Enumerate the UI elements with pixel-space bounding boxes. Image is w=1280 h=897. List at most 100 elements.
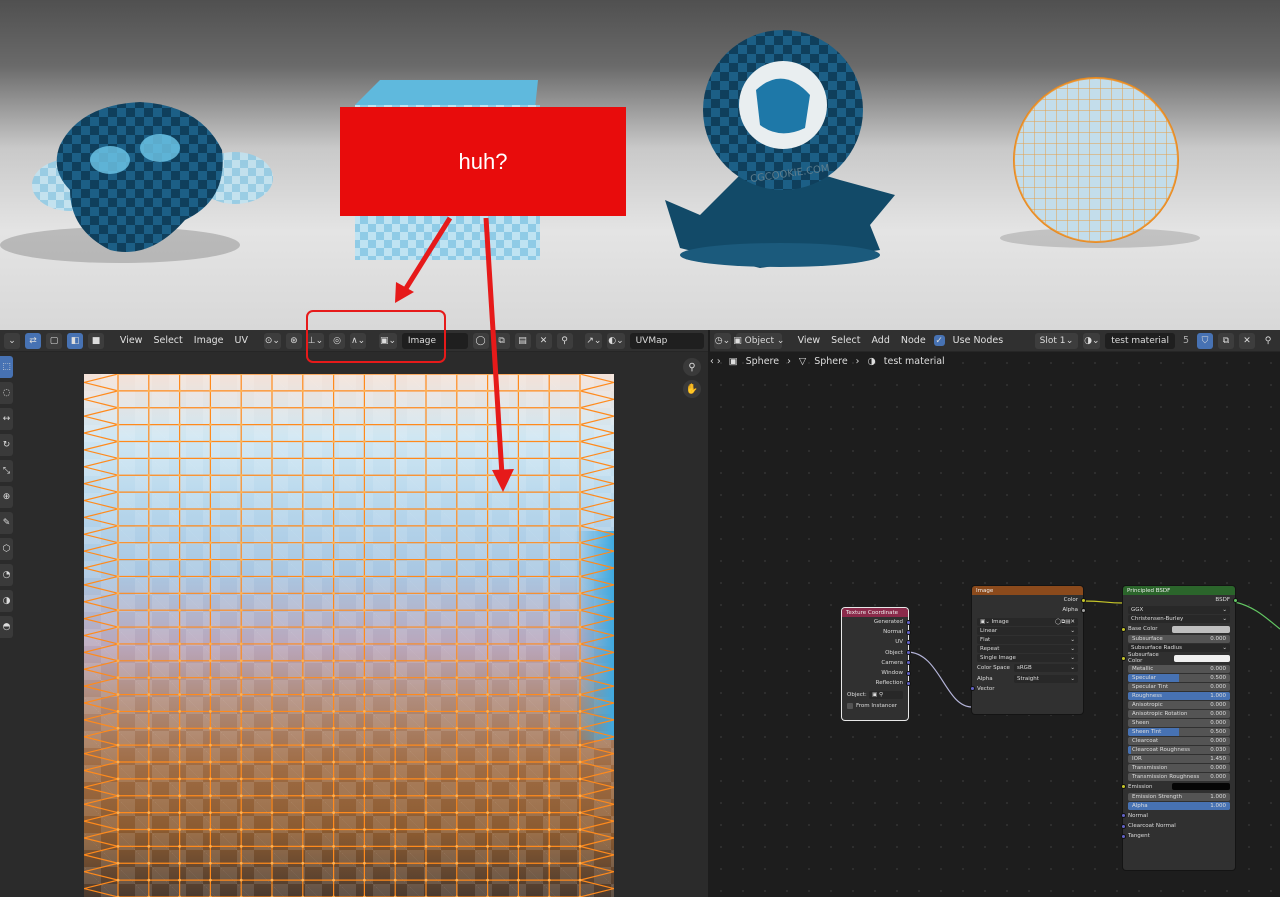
- emission-strength-slider[interactable]: Emission Strength 1.000: [1128, 792, 1230, 801]
- image-selector[interactable]: ▣⌄ Image ◯⧉▤✕: [977, 618, 1078, 627]
- uv-mesh-overlay[interactable]: [84, 374, 614, 897]
- subsurface-color-swatch[interactable]: [1173, 654, 1230, 662]
- projection-dropdown[interactable]: Flat ⌄: [977, 636, 1078, 645]
- subsurface-radius-dropdown[interactable]: Subsurface Radius ⌄: [1128, 644, 1230, 653]
- principled-bsdf-node[interactable]: Principled BSDF BSDF GGX ⌄ Christensen-Bu…: [1120, 586, 1238, 870]
- pin-icon[interactable]: ⚲: [1260, 333, 1276, 349]
- bsdf-slider[interactable]: Metallic 0.000: [1128, 664, 1230, 673]
- open-folder-icon[interactable]: ▤: [514, 332, 531, 349]
- alpha-slider[interactable]: Alpha 1.000: [1128, 801, 1230, 810]
- node-menu-node[interactable]: Node: [898, 335, 929, 346]
- edge-select-icon[interactable]: ◧: [67, 332, 83, 349]
- menu-view[interactable]: View: [117, 335, 146, 346]
- vector-socket[interactable]: [1120, 813, 1126, 819]
- bsdf-slider[interactable]: IOR 1.450: [1128, 754, 1230, 763]
- subsurface-method-dropdown[interactable]: Christensen-Burley ⌄: [1128, 615, 1230, 624]
- bsdf-slider[interactable]: Specular 0.500: [1128, 673, 1230, 682]
- bsdf-slider[interactable]: Transmission 0.000: [1128, 763, 1230, 772]
- texture-coordinate-node[interactable]: Texture Coordinate Generated Normal UV Obje…: [842, 608, 911, 720]
- base-color-socket[interactable]: [1120, 626, 1126, 632]
- color-output-socket[interactable]: [1080, 597, 1086, 603]
- vector-socket[interactable]: [1120, 833, 1126, 839]
- pin-icon[interactable]: ⚲: [556, 332, 573, 349]
- fake-user-icon[interactable]: ◯: [472, 332, 489, 349]
- menu-image[interactable]: Image: [191, 335, 227, 346]
- bsdf-slider[interactable]: Clearcoat 0.000: [1128, 736, 1230, 745]
- node-menu-view[interactable]: View: [795, 335, 824, 346]
- menu-select[interactable]: Select: [150, 335, 185, 346]
- interpolation-dropdown[interactable]: Linear ⌄: [977, 627, 1078, 636]
- sample-icon[interactable]: ◌: [0, 382, 13, 404]
- cursor-icon[interactable]: ⬚: [0, 356, 13, 378]
- overlay-icon[interactable]: ◐⌄: [607, 332, 625, 349]
- grab-icon[interactable]: ◔: [0, 564, 13, 586]
- bsdf-slider[interactable]: Anisotropic 0.000: [1128, 700, 1230, 709]
- distribution-dropdown[interactable]: GGX ⌄: [1128, 606, 1230, 615]
- base-color-swatch[interactable]: [1172, 625, 1230, 633]
- emission-color-swatch[interactable]: [1172, 783, 1230, 791]
- output-socket[interactable]: [905, 660, 911, 666]
- alpha-mode-dropdown[interactable]: Straight ⌄: [1014, 674, 1078, 683]
- extension-dropdown[interactable]: Repeat ⌄: [977, 645, 1078, 654]
- move-icon[interactable]: ↔: [0, 408, 13, 430]
- face-select-icon[interactable]: ■: [88, 332, 104, 349]
- close-icon[interactable]: ✕: [535, 332, 552, 349]
- editor-type-icon[interactable]: ◷⌄: [714, 332, 731, 349]
- bsdf-slider[interactable]: Specular Tint 0.000: [1128, 682, 1230, 691]
- hand-pan-icon[interactable]: ✋: [683, 380, 701, 398]
- object-dropdown[interactable]: ▣ Object ⌄: [733, 332, 784, 349]
- zoom-icon[interactable]: ⚲: [683, 358, 701, 376]
- chevron-down-icon[interactable]: ⌄: [4, 332, 20, 349]
- vector-socket[interactable]: [1120, 823, 1126, 829]
- subsurface-color-socket[interactable]: [1120, 655, 1126, 661]
- fake-user-shield-icon[interactable]: ⛉: [1197, 332, 1213, 349]
- output-socket[interactable]: [905, 670, 911, 676]
- principled-node-header[interactable]: Principled BSDF: [1123, 586, 1235, 595]
- output-socket[interactable]: [905, 650, 911, 656]
- uv-stretch-icon[interactable]: ↗⌄: [585, 332, 603, 349]
- texture-coordinate-node-header[interactable]: Texture Coordinate: [842, 608, 908, 617]
- bsdf-slider[interactable]: Anisotropic Rotation 0.000: [1128, 709, 1230, 718]
- bsdf-slider[interactable]: Sheen 0.000: [1128, 718, 1230, 727]
- bsdf-slider[interactable]: Sheen Tint 0.500: [1128, 727, 1230, 736]
- slot-dropdown[interactable]: Slot 1 ⌄: [1034, 332, 1079, 349]
- material-browse-icon[interactable]: ◑⌄: [1083, 332, 1101, 349]
- cube-icon[interactable]: ⬡: [0, 538, 13, 560]
- output-socket[interactable]: [905, 619, 911, 625]
- uvmap-field[interactable]: UVMap: [629, 332, 705, 349]
- from-instancer-checkbox[interactable]: [847, 702, 853, 709]
- snap-icon[interactable]: ⊛: [285, 332, 302, 349]
- image-texture-node[interactable]: Image Color Alpha ▣⌄ Image ◯⧉▤✕ Linear ⌄ F…: [969, 586, 1086, 714]
- use-nodes-checkbox[interactable]: ✓: [933, 335, 945, 346]
- color-space-dropdown[interactable]: sRGB ⌄: [1014, 664, 1078, 673]
- new-image-icon[interactable]: ⧉: [493, 332, 510, 349]
- node-menu-select[interactable]: Select: [828, 335, 863, 346]
- relax-icon[interactable]: ◑: [0, 590, 13, 612]
- transform-icon[interactable]: ⊕: [0, 486, 13, 508]
- pivot-icon[interactable]: ⊙⌄: [263, 332, 281, 349]
- pinch-icon[interactable]: ◓: [0, 616, 13, 638]
- vertex-select-icon[interactable]: ▢: [46, 332, 62, 349]
- bsdf-slider[interactable]: Transmission Roughness 0.000: [1128, 772, 1230, 781]
- output-socket[interactable]: [905, 680, 911, 686]
- annotate-icon[interactable]: ✎: [0, 512, 13, 534]
- shader-node-editor[interactable]: ‹ › ▣ Sphere › ▽ Sphere › ◑ test materia…: [710, 352, 1280, 897]
- vector-input-socket[interactable]: [969, 686, 975, 692]
- image-node-header[interactable]: Image: [972, 586, 1083, 595]
- source-dropdown[interactable]: Single Image ⌄: [977, 654, 1078, 663]
- output-socket[interactable]: [905, 639, 911, 645]
- output-socket[interactable]: [905, 629, 911, 635]
- bsdf-slider[interactable]: Roughness 1.000: [1128, 691, 1230, 700]
- node-menu-add[interactable]: Add: [868, 335, 892, 346]
- bsdf-slider[interactable]: Clearcoat Roughness 0.030: [1128, 745, 1230, 754]
- object-picker[interactable]: ▣ ⚲: [869, 691, 903, 700]
- bsdf-output-socket[interactable]: [1232, 597, 1238, 603]
- alpha-output-socket[interactable]: [1080, 607, 1086, 613]
- render-viewport[interactable]: CGCOOKIE.COM: [0, 0, 1280, 330]
- material-name-field[interactable]: test material: [1105, 332, 1175, 349]
- rotate-icon[interactable]: ↻: [0, 434, 13, 456]
- subsurface-slider[interactable]: Subsurface 0.000: [1128, 635, 1230, 644]
- uv-sync-selection-icon[interactable]: ⇄: [25, 332, 41, 349]
- emission-socket[interactable]: [1120, 784, 1126, 790]
- uv-editor[interactable]: ⬚ ◌ ↔ ↻ ⤡ ⊕ ✎ ⬡ ◔ ◑ ◓ ⚲ ✋: [0, 352, 708, 897]
